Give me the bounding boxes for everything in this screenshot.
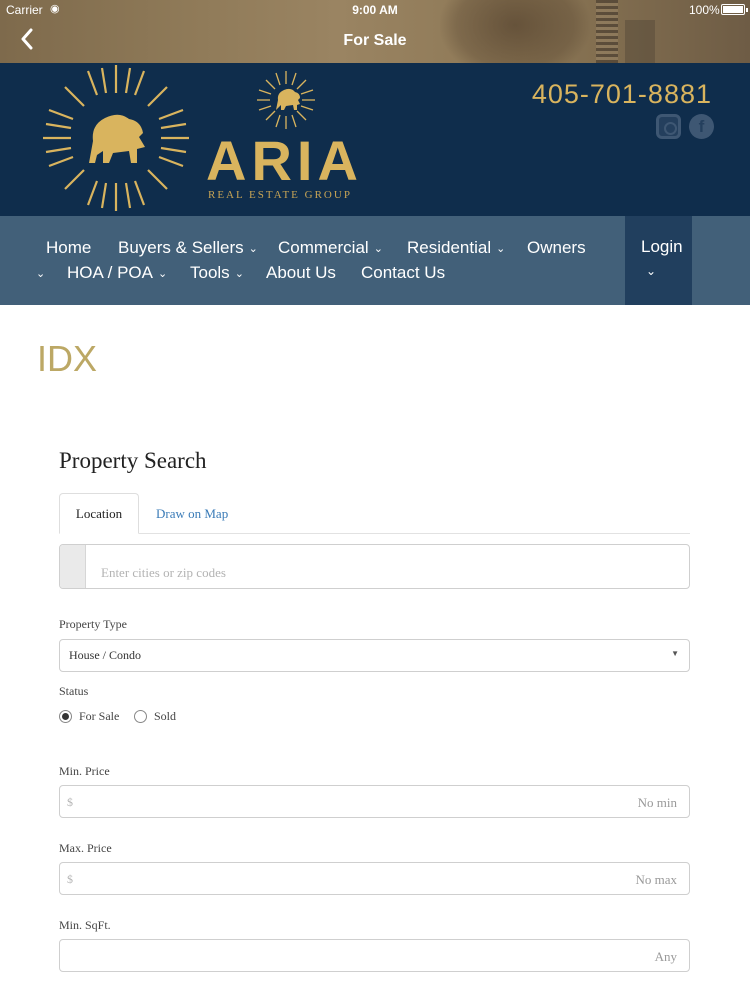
- property-type-value: House / Condo: [69, 648, 141, 662]
- nav-item-label: HOA / POA: [67, 263, 153, 282]
- page-title: IDX: [37, 338, 98, 379]
- property-search-heading: Property Search: [59, 448, 207, 473]
- currency-prefix: $: [67, 872, 73, 886]
- instagram-icon[interactable]: [656, 114, 681, 139]
- nav-item-about-us[interactable]: About Us: [266, 263, 336, 283]
- chevron-down-icon: ⌄: [248, 243, 258, 255]
- status-time: 9:00 AM: [352, 3, 398, 17]
- chevron-down-icon[interactable]: ⌄: [646, 264, 656, 278]
- tab-location[interactable]: Location: [59, 493, 139, 534]
- nav-item-owners[interactable]: Owners: [527, 238, 586, 258]
- caret-down-icon: ▼: [671, 649, 679, 658]
- lion-logo-icon[interactable]: [41, 63, 191, 213]
- min-price-placeholder: No min: [637, 795, 677, 810]
- nav-item-commercial[interactable]: Commercial ⌄: [278, 238, 383, 258]
- property-type-label: Property Type: [59, 617, 127, 631]
- nav-item-buyers-sellers[interactable]: Buyers & Sellers ⌄: [118, 238, 258, 258]
- min-sqft-input[interactable]: Any: [59, 939, 690, 972]
- facebook-icon[interactable]: f: [689, 114, 714, 139]
- site-header: ARIA REAL ESTATE GROUP 405-701-8881 f: [0, 63, 750, 216]
- main-navigation: Home Buyers & Sellers ⌄ Commercial ⌄ Resid…: [0, 216, 750, 305]
- nav-item-label: Home: [46, 238, 92, 257]
- chevron-down-icon: ⌄: [157, 268, 168, 280]
- brand-tagline: REAL ESTATE GROUP: [208, 189, 352, 201]
- location-input-addon: [60, 545, 86, 588]
- tabs-divider: [59, 533, 690, 534]
- battery-percent: 100%: [689, 3, 720, 17]
- chevron-down-icon: ⌄: [234, 268, 244, 280]
- login-label[interactable]: Login: [641, 237, 683, 257]
- lion-crest-icon: [257, 71, 315, 129]
- nav-item-hoa-poa[interactable]: HOA / POA ⌄: [67, 263, 167, 283]
- nav-item-owners-dropdown[interactable]: ⌄: [36, 263, 45, 283]
- status-for-sale-option[interactable]: For Sale: [59, 708, 129, 724]
- nav-item-residential[interactable]: Residential ⌄: [407, 238, 505, 258]
- nav-item-tools[interactable]: Tools ⌄: [190, 263, 244, 283]
- max-price-input[interactable]: $ No max: [59, 862, 690, 895]
- min-price-input[interactable]: $ No min: [59, 785, 690, 818]
- radio-label: For Sale: [79, 709, 120, 723]
- chevron-down-icon: ⌄: [496, 243, 506, 255]
- nav-item-label: Buyers & Sellers: [118, 238, 244, 257]
- status-label: Status: [59, 684, 89, 698]
- nav-item-label: Residential: [407, 238, 492, 257]
- nav-item-label: Owners: [527, 238, 586, 257]
- nav-item-contact-us[interactable]: Contact Us: [361, 263, 445, 283]
- nav-title: For Sale: [343, 32, 407, 49]
- property-type-select[interactable]: House / Condo ▼: [59, 639, 690, 672]
- radio-unchecked-icon[interactable]: [134, 710, 147, 723]
- currency-prefix: $: [67, 795, 73, 809]
- chevron-down-icon: ⌄: [373, 243, 383, 255]
- max-price-placeholder: No max: [635, 872, 677, 887]
- nav-item-label: Commercial: [278, 238, 369, 257]
- location-search-input[interactable]: Enter cities or zip codes: [59, 544, 690, 589]
- chevron-down-icon: ⌄: [36, 268, 46, 280]
- status-sold-option[interactable]: Sold: [134, 708, 184, 724]
- battery-icon: [721, 4, 748, 15]
- brand-name: ARIA: [206, 129, 363, 192]
- nav-item-home[interactable]: Home: [46, 238, 91, 258]
- min-sqft-placeholder: Any: [654, 949, 677, 964]
- app-top-bar: Carrier ◉ 9:00 AM 100% For Sale: [0, 0, 750, 63]
- phone-number-link[interactable]: 405-701-8881: [532, 79, 712, 110]
- radio-checked-icon[interactable]: [59, 710, 72, 723]
- min-sqft-label: Min. SqFt.: [59, 918, 111, 932]
- min-price-label: Min. Price: [59, 764, 110, 778]
- nav-item-label: Tools: [190, 263, 230, 282]
- radio-label: Sold: [154, 709, 177, 723]
- nav-item-label: About Us: [266, 263, 336, 282]
- tab-draw-on-map[interactable]: Draw on Map: [156, 506, 228, 522]
- nav-item-label: Contact Us: [361, 263, 446, 282]
- max-price-label: Max. Price: [59, 841, 112, 855]
- login-button[interactable]: [625, 216, 692, 305]
- location-input-placeholder: Enter cities or zip codes: [101, 565, 226, 580]
